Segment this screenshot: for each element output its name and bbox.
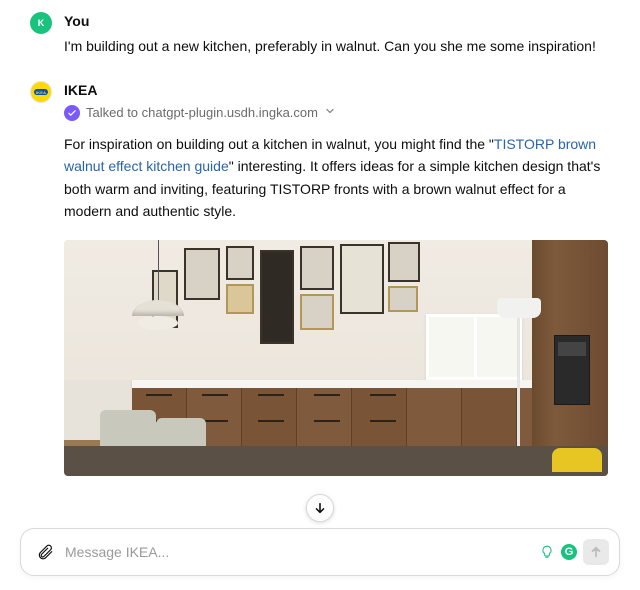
composer-area: G xyxy=(20,528,620,576)
user-message: K You I'm building out a new kitchen, pr… xyxy=(32,12,608,57)
paperclip-icon xyxy=(36,543,54,561)
chevron-down-icon xyxy=(324,105,336,120)
attach-button[interactable] xyxy=(33,540,57,564)
scroll-to-bottom-button[interactable] xyxy=(306,494,334,522)
plugin-notice-text: Talked to chatgpt-plugin.usdh.ingka.com xyxy=(86,105,318,120)
user-message-text: I'm building out a new kitchen, preferab… xyxy=(64,36,608,58)
user-author-label: You xyxy=(64,12,608,32)
plugin-call-pill[interactable]: Talked to chatgpt-plugin.usdh.ingka.com xyxy=(64,105,336,121)
ikea-avatar: IKEA xyxy=(30,81,52,103)
plugin-badge-icon[interactable]: G xyxy=(561,544,577,560)
composer-right-icons: G xyxy=(539,539,609,565)
send-button[interactable] xyxy=(583,539,609,565)
arrow-down-icon xyxy=(313,501,327,515)
user-avatar: K xyxy=(30,12,52,34)
message-composer: G xyxy=(20,528,620,576)
assistant-message-content: IKEA Talked to chatgpt-plugin.usdh.ingka… xyxy=(64,81,608,476)
assistant-author-label: IKEA xyxy=(64,81,608,101)
assistant-message: IKEA IKEA Talked to chatgpt-plugin.usdh.… xyxy=(32,81,608,476)
message-input[interactable] xyxy=(65,544,531,560)
check-badge-icon xyxy=(64,105,80,121)
suggestion-icon[interactable] xyxy=(539,544,555,560)
kitchen-inspiration-image[interactable] xyxy=(64,240,608,476)
arrow-up-icon xyxy=(589,545,603,559)
assistant-body-before: For inspiration on building out a kitche… xyxy=(64,136,494,152)
assistant-message-body: For inspiration on building out a kitche… xyxy=(64,133,608,223)
chat-container: K You I'm building out a new kitchen, pr… xyxy=(0,0,640,476)
user-message-content: You I'm building out a new kitchen, pref… xyxy=(64,12,608,57)
avatar-initial: K xyxy=(38,18,45,28)
